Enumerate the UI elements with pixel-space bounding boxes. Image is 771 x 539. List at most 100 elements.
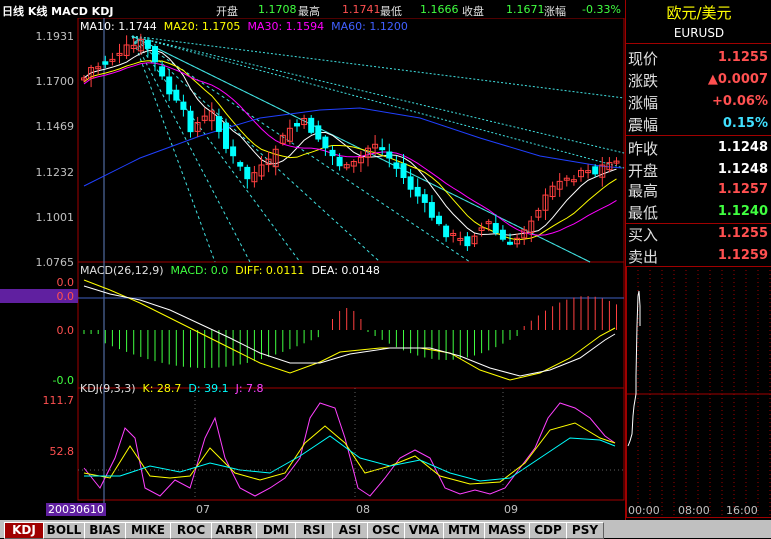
quote-label: 现价	[628, 48, 658, 69]
pair-code: EURUSD	[626, 26, 771, 40]
macd-tick: -0.0	[34, 374, 74, 387]
candle-body	[500, 230, 505, 239]
kdj-tick: 111.7	[34, 394, 74, 407]
tab-roc[interactable]: ROC	[170, 522, 212, 539]
candle-body	[174, 90, 179, 100]
pair-name: 欧元/美元	[626, 2, 771, 23]
intraday-chart[interactable]	[626, 266, 771, 518]
k-value: K: 28.7	[143, 382, 182, 395]
macd-legend: MACD(26,12,9) MACD: 0.0 DIFF: 0.0111 DEA…	[80, 264, 380, 277]
diff-value: DIFF: 0.0111	[235, 264, 304, 277]
quote-label: 卖出	[628, 246, 658, 267]
change-value: -0.33%	[582, 3, 621, 16]
macd-panel-frame	[78, 262, 624, 388]
divider	[626, 43, 771, 44]
low-value: 1.1666	[420, 3, 459, 16]
candle-body	[422, 195, 427, 203]
candle-body	[380, 148, 385, 150]
candle-body	[153, 47, 158, 62]
candle-body	[330, 150, 335, 155]
price-tick: 1.1232	[34, 166, 74, 179]
high-value: 1.1741	[342, 3, 381, 16]
tab-mike[interactable]: MIKE	[125, 522, 171, 539]
quote-row: 最低 1.1240	[626, 200, 771, 222]
quote-label: 最高	[628, 180, 658, 201]
quote-value: +0.06%	[712, 94, 768, 109]
tab-bias[interactable]: BIAS	[84, 522, 126, 539]
j-value: J: 7.8	[236, 382, 264, 395]
candle-body	[394, 163, 399, 168]
candle-body	[429, 203, 434, 218]
quote-value: 1.1248	[718, 162, 768, 177]
macd-tick: 0.0	[34, 276, 74, 289]
quote-row: 买入1.1255	[626, 222, 771, 244]
quote-value: 1.1248	[718, 140, 768, 155]
change-label: 涨幅	[544, 3, 566, 19]
kdj-legend: KDJ(9,3,3) K: 28.7 D: 39.1 J: 7.8	[80, 382, 264, 395]
candle-body	[465, 237, 470, 246]
kdj-name: KDJ(9,3,3)	[80, 382, 136, 395]
macd-tick: 0.0	[34, 290, 74, 303]
tab-dmi[interactable]: DMI	[256, 522, 296, 539]
fan-line	[132, 36, 215, 262]
candle-body	[224, 123, 229, 148]
open-value: 1.1708	[258, 3, 297, 16]
price-tick: 1.1700	[34, 75, 74, 88]
tab-cdp[interactable]: CDP	[529, 522, 567, 539]
price-tick: 1.0765	[34, 256, 74, 269]
macd-name: MACD(26,12,9)	[80, 264, 164, 277]
tab-mass[interactable]: MASS	[484, 522, 530, 539]
diff-line	[84, 280, 615, 380]
close-label: 收盘	[462, 3, 484, 19]
candle-body	[309, 118, 314, 132]
quote-label: 买入	[628, 224, 658, 245]
candle-body	[103, 62, 108, 64]
quote-row: 最高 1.1257	[626, 178, 771, 200]
chart-title: 日线 K线 MACD KDJ	[2, 3, 113, 19]
quote-label: 涨幅	[628, 92, 658, 113]
candle-body	[181, 102, 186, 109]
macd-tick: 0.0	[34, 324, 74, 337]
quote-value: 0.15%	[723, 116, 768, 131]
candle-body	[337, 157, 342, 165]
tab-rsi[interactable]: RSI	[295, 522, 333, 539]
macd-value: MACD: 0.0	[171, 264, 229, 277]
quote-value: ▲0.0007	[708, 72, 768, 87]
tab-kdj[interactable]: KDJ	[4, 522, 44, 539]
kdj-lines	[78, 403, 624, 496]
quote-row: 涨幅 +0.06%	[626, 90, 771, 112]
candle-body	[145, 40, 150, 48]
tab-arbr[interactable]: ARBR	[211, 522, 257, 539]
kdj-d-line	[84, 436, 615, 481]
close-value: 1.1671	[506, 3, 545, 16]
tab-psy[interactable]: PSY	[566, 522, 604, 539]
quote-row: 现价 1.1255	[626, 46, 771, 68]
quote-header: 日线 K线 MACD KDJ 开盘 1.1708 最高 1.1741 最低 1.…	[0, 0, 625, 18]
fan-line	[132, 36, 624, 98]
tab-osc[interactable]: OSC	[367, 522, 405, 539]
quote-value: 1.1255	[718, 50, 768, 65]
candle-body	[231, 147, 236, 156]
date-tick: 08	[356, 503, 370, 516]
quote-value: 1.1240	[718, 204, 768, 219]
tab-mtm[interactable]: MTM	[443, 522, 485, 539]
quote-value: 1.1257	[718, 182, 768, 197]
date-tick: 07	[196, 503, 210, 516]
open-label: 开盘	[216, 3, 238, 19]
candle-body	[295, 124, 300, 126]
candle-body	[323, 137, 328, 148]
dea-value: DEA: 0.0148	[311, 264, 379, 277]
quote-row: 开盘1.1248	[626, 158, 771, 180]
candle-body	[316, 126, 321, 139]
tab-boll[interactable]: BOLL	[43, 522, 85, 539]
macd-histogram	[84, 296, 617, 368]
quote-label: 震幅	[628, 114, 658, 135]
indicator-tabs: KDJBOLLBIASMIKEROCARBRDMIRSIASIOSCVMAMTM…	[0, 520, 771, 538]
quote-row: 震幅 0.15%	[626, 112, 771, 134]
candle-body	[437, 216, 442, 223]
tab-vma[interactable]: VMA	[404, 522, 444, 539]
tab-asi[interactable]: ASI	[332, 522, 368, 539]
candle-body	[238, 163, 243, 167]
quote-label: 最低	[628, 202, 658, 223]
date-tick: 09	[504, 503, 518, 516]
